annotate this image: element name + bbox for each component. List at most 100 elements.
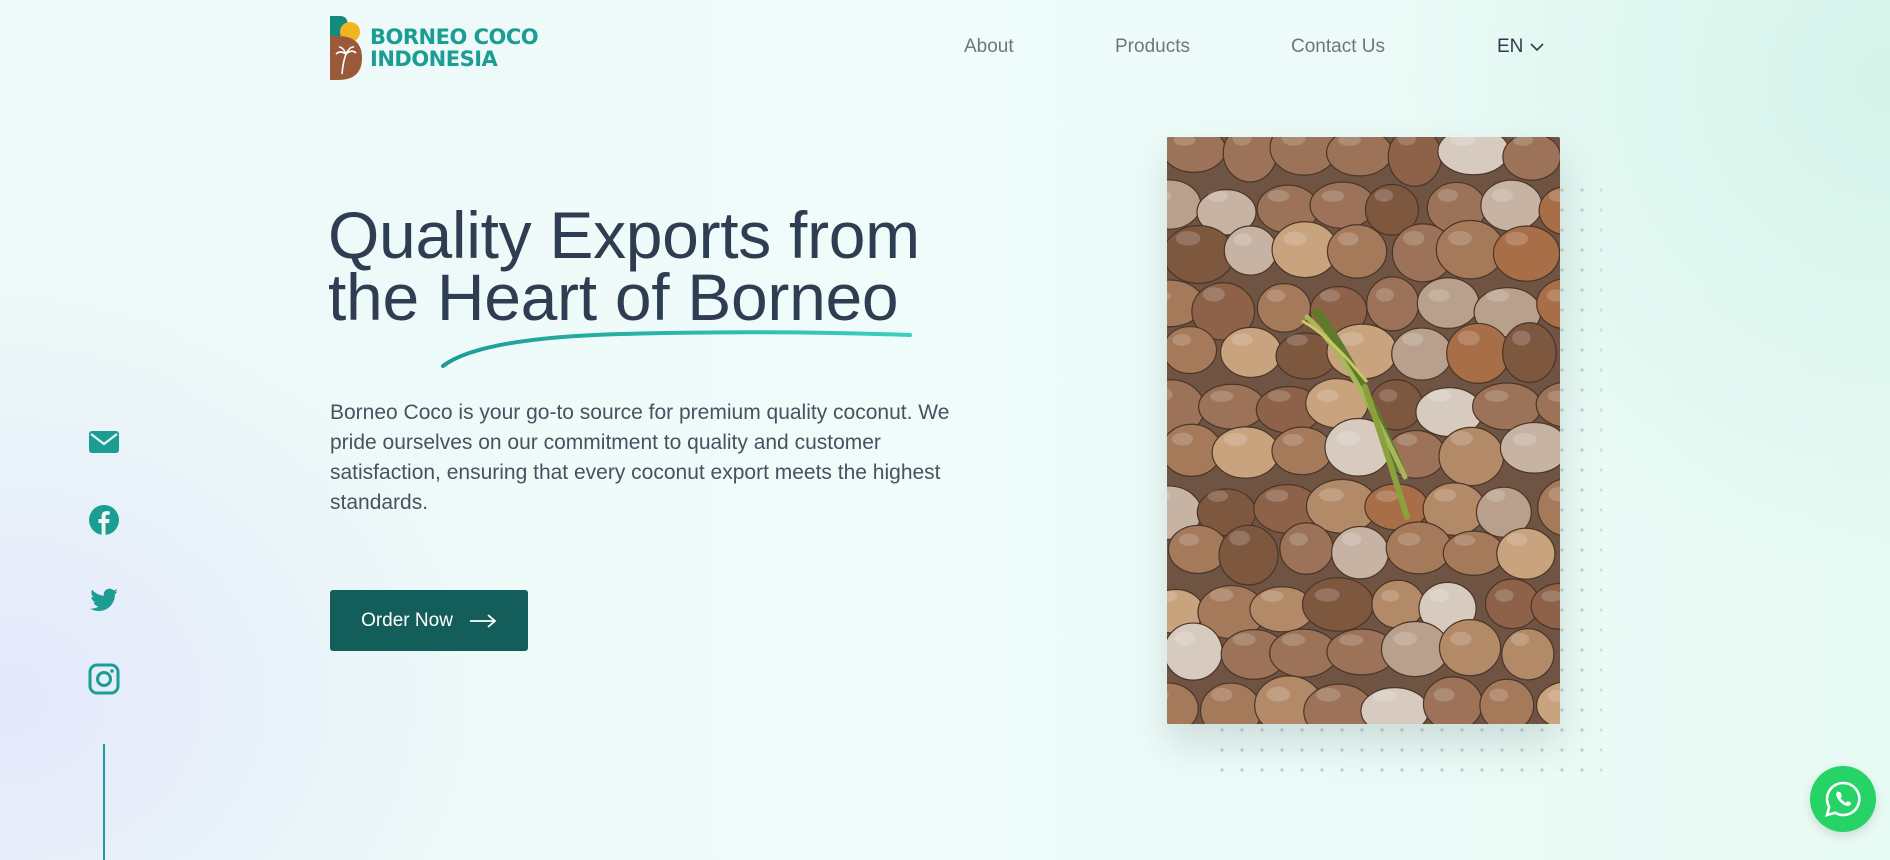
order-now-label: Order Now <box>361 609 453 631</box>
coconut-highlight <box>1316 687 1341 702</box>
coconut-highlight <box>1207 490 1228 502</box>
coconut-highlight <box>1402 332 1424 346</box>
coconut-shape <box>1198 383 1266 430</box>
language-selected: EN <box>1497 36 1524 57</box>
facebook-icon <box>89 505 119 535</box>
email-link[interactable] <box>86 424 122 460</box>
coconut-highlight <box>1341 532 1362 546</box>
coconut-highlight <box>1512 433 1537 446</box>
coconut-highlight <box>1321 190 1345 202</box>
coconut-shape <box>1167 524 1228 575</box>
coconut-highlight <box>1316 389 1339 402</box>
coconut-highlight <box>1178 533 1200 546</box>
twitter-link[interactable] <box>86 582 122 618</box>
coconut-highlight <box>1433 688 1455 702</box>
coconut-shape <box>1416 277 1480 330</box>
coconut-highlight <box>1339 634 1364 646</box>
coconut-highlight <box>1396 433 1418 446</box>
hero-description: Borneo Coco is your go-to source for pre… <box>330 401 950 514</box>
coconut-shape <box>1326 224 1388 279</box>
coconut-highlight <box>1232 633 1256 646</box>
coconut-highlight <box>1209 588 1234 602</box>
coconut-highlight <box>1207 190 1228 202</box>
coconut-highlight <box>1510 632 1530 646</box>
twitter-icon <box>90 588 118 611</box>
coconut-highlight <box>1491 188 1513 202</box>
coconut-highlight <box>1336 431 1360 446</box>
coconut-shape <box>1479 678 1535 724</box>
coconut-highlight <box>1374 189 1394 202</box>
coconut-shape <box>1271 426 1333 476</box>
coconut-shape <box>1438 619 1502 677</box>
coconut-photo-image <box>1167 137 1560 724</box>
coconut-highlight <box>1265 489 1289 502</box>
coconut-highlight <box>1267 189 1290 202</box>
whatsapp-button[interactable] <box>1810 766 1876 832</box>
coconut-shape <box>1385 521 1453 575</box>
coconut-shape <box>1502 322 1557 383</box>
chevron-down-icon <box>1530 43 1544 52</box>
coconut-shape <box>1492 225 1560 282</box>
coconut-shape <box>1496 527 1556 580</box>
whatsapp-icon <box>1825 781 1861 817</box>
coconut-highlight <box>1434 488 1456 502</box>
coconut-shape <box>1223 225 1278 276</box>
coconut-highlight <box>1506 532 1528 546</box>
coconut-highlight <box>1175 231 1201 246</box>
coconut-highlight <box>1283 231 1307 246</box>
coconut-highlight <box>1484 390 1509 402</box>
coconut-highlight <box>1289 532 1308 546</box>
nav-about-link[interactable]: About <box>964 36 1014 58</box>
coconut-highlight <box>1318 488 1344 502</box>
coconut-highlight <box>1337 232 1359 246</box>
coconut-shape <box>1502 137 1560 181</box>
instagram-link[interactable] <box>86 661 122 697</box>
coconut-highlight <box>1397 532 1421 546</box>
coconut-highlight <box>1485 289 1510 302</box>
coconut-highlight <box>1450 430 1473 446</box>
coconut-highlight <box>1314 588 1340 602</box>
coconut-highlight <box>1381 589 1400 602</box>
coconut-shape <box>1256 283 1312 333</box>
coconut-highlight <box>1428 588 1449 602</box>
coconut-highlight <box>1375 490 1399 502</box>
coconut-highlight <box>1393 631 1417 646</box>
coconut-highlight <box>1202 287 1225 302</box>
coconut-shape <box>1301 577 1375 632</box>
coconut-shape <box>1480 179 1543 232</box>
coconut-highlight <box>1448 230 1472 246</box>
order-now-button[interactable]: Order Now <box>330 590 528 651</box>
coconut-highlight <box>1372 690 1397 702</box>
coconut-shape <box>1167 622 1223 681</box>
coconut-shape <box>1422 676 1483 724</box>
language-selector[interactable]: EN <box>1497 36 1545 58</box>
coconut-highlight <box>1286 334 1308 346</box>
coconut-highlight <box>1505 231 1529 246</box>
coconut-highlight <box>1223 432 1248 446</box>
coconut-shape <box>1211 426 1280 479</box>
facebook-link[interactable] <box>86 502 122 538</box>
coconut-highlight <box>1512 330 1531 346</box>
coconut-highlight <box>1450 631 1472 646</box>
coconut-highlight <box>1261 590 1284 602</box>
hero-headline-line2: the Heart of Borneo <box>328 260 899 334</box>
coconut-highlight <box>1210 390 1234 402</box>
coconut-shape <box>1331 525 1390 580</box>
coconut-shape <box>1499 421 1560 474</box>
coconut-highlight <box>1457 330 1480 346</box>
hero-headline-line1: Quality Exports from <box>328 198 920 272</box>
main-nav: About Products Contact Us <box>0 36 1890 60</box>
coconut-highlight <box>1229 530 1250 546</box>
coconut-highlight <box>1281 633 1306 646</box>
nav-products-link[interactable]: Products <box>1115 36 1190 58</box>
coconut-photo <box>1167 137 1560 724</box>
instagram-icon <box>88 663 120 695</box>
coconut-highlight <box>1437 188 1459 202</box>
hero-headline: Quality Exports from the Heart of Borneo <box>328 198 920 334</box>
nav-contact-link[interactable]: Contact Us <box>1291 36 1385 58</box>
coconut-highlight <box>1233 233 1252 246</box>
coconut-shape <box>1391 327 1453 381</box>
coconut-shape <box>1167 325 1218 375</box>
coconut-shape <box>1279 522 1334 575</box>
coconut-highlight <box>1171 432 1194 446</box>
